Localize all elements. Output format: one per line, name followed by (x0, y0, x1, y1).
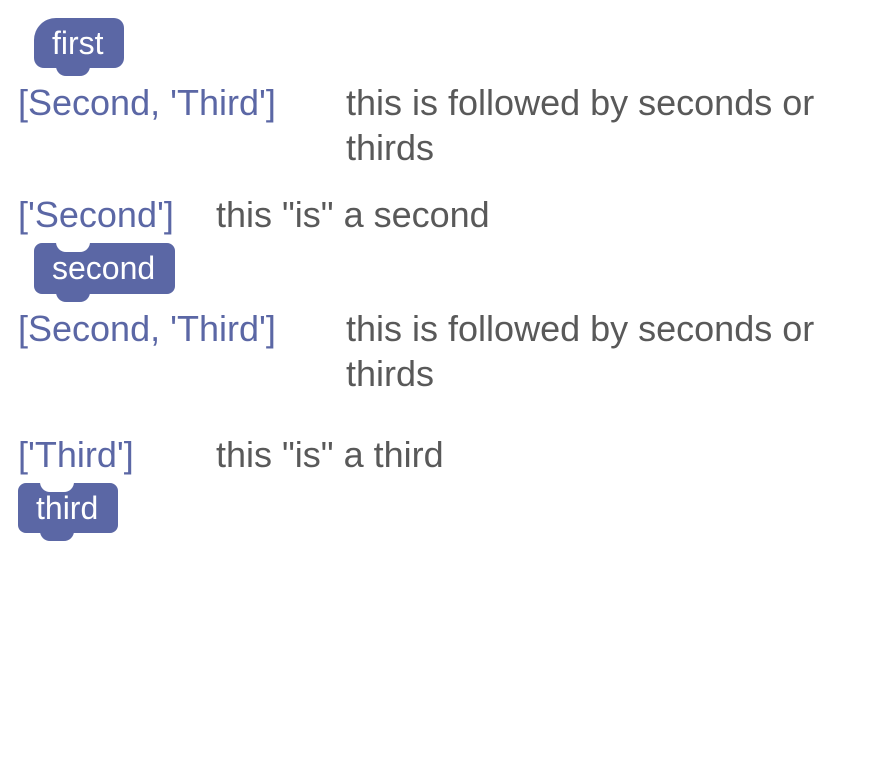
next-list-1: [Second, 'Third'] (18, 80, 318, 125)
third-list: ['Third'] (18, 432, 168, 477)
block-third[interactable]: third (18, 483, 118, 533)
next-list-2: [Second, 'Third'] (18, 306, 318, 351)
next-desc-2: this is followed by seconds or thirds (346, 306, 866, 396)
section-second: ['Second'] this "is" a second second [Se… (18, 192, 866, 395)
third-desc: this "is" a third (216, 432, 444, 477)
block-wrapper-first: first (18, 18, 124, 68)
row-second-def: ['Second'] this "is" a second (18, 192, 866, 237)
next-desc-1: this is followed by seconds or thirds (346, 80, 866, 170)
block-wrapper-second: second (18, 243, 175, 293)
second-desc: this "is" a second (216, 192, 490, 237)
second-list: ['Second'] (18, 192, 198, 237)
section-first: first [Second, 'Third'] this is followed… (18, 18, 866, 170)
section-third: ['Third'] this "is" a third third (18, 432, 866, 539)
block-second[interactable]: second (34, 243, 175, 293)
row-followed-by-1: [Second, 'Third'] this is followed by se… (18, 80, 866, 170)
row-third-def: ['Third'] this "is" a third (18, 432, 866, 477)
row-followed-by-2: [Second, 'Third'] this is followed by se… (18, 306, 866, 396)
block-wrapper-third: third (18, 483, 118, 533)
block-first[interactable]: first (34, 18, 124, 68)
